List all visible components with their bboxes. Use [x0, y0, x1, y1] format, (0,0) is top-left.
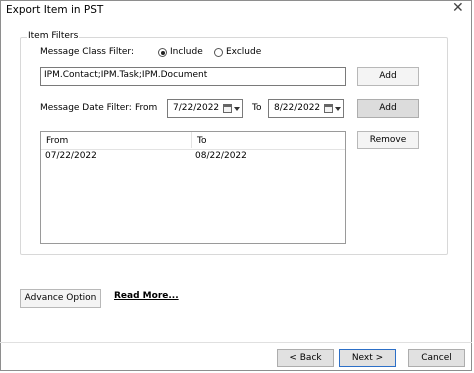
- from-date-picker[interactable]: 7/22/2022: [167, 99, 243, 118]
- calendar-icon[interactable]: [324, 104, 333, 113]
- cancel-button[interactable]: Cancel: [408, 349, 465, 367]
- window-title: Export Item in PST: [6, 4, 104, 16]
- column-header-to[interactable]: To: [197, 136, 206, 146]
- item-filters-label: Item Filters: [27, 31, 80, 41]
- add-message-class-button[interactable]: Add: [357, 67, 419, 86]
- column-separator[interactable]: [191, 132, 192, 148]
- back-button[interactable]: < Back: [277, 349, 334, 367]
- close-icon[interactable]: ✕: [452, 1, 464, 15]
- advance-option-button[interactable]: Advance Option: [20, 289, 101, 308]
- footer-divider: [0, 342, 472, 343]
- add-date-filter-button[interactable]: Add: [357, 99, 419, 118]
- message-class-input[interactable]: IPM.Contact;IPM.Task;IPM.Document: [40, 67, 346, 86]
- list-header: From To: [41, 132, 345, 150]
- from-label: From: [135, 103, 158, 113]
- row-to-cell: 08/22/2022: [195, 151, 247, 161]
- include-radio-label: Include: [170, 47, 203, 57]
- chevron-down-icon[interactable]: [335, 107, 341, 111]
- column-header-from[interactable]: From: [46, 136, 68, 146]
- to-date-picker[interactable]: 8/22/2022: [268, 99, 344, 118]
- date-filter-list[interactable]: From To 07/22/2022 08/22/2022: [40, 131, 346, 244]
- message-class-filter-label: Message Class Filter:: [40, 47, 135, 57]
- table-row[interactable]: 07/22/2022 08/22/2022: [41, 149, 345, 163]
- chevron-down-icon[interactable]: [234, 107, 240, 111]
- message-date-filter-label: Message Date Filter:: [40, 103, 132, 113]
- from-date-value: 7/22/2022: [173, 103, 220, 113]
- remove-button[interactable]: Remove: [357, 131, 419, 149]
- row-from-cell: 07/22/2022: [45, 151, 97, 161]
- next-button[interactable]: Next >: [339, 349, 396, 367]
- exclude-radio[interactable]: [214, 48, 223, 57]
- exclude-radio-label: Exclude: [226, 47, 262, 57]
- include-radio[interactable]: [158, 48, 167, 57]
- calendar-icon[interactable]: [223, 104, 232, 113]
- read-more-link[interactable]: Read More...: [114, 291, 179, 301]
- to-label: To: [252, 103, 262, 113]
- to-date-value: 8/22/2022: [274, 103, 321, 113]
